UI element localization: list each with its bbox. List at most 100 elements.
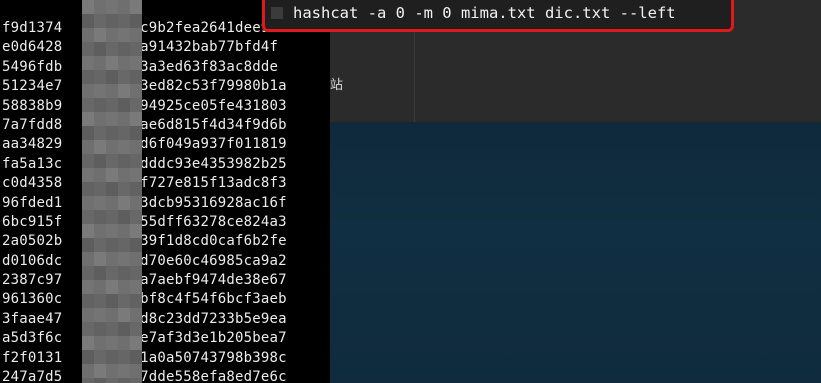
- mosaic-block: [106, 364, 118, 378]
- hash-line: e0d6428 7a91432bab77bfd4f: [2, 38, 287, 57]
- hash-line: 2a0502b 239f1d8cd0caf6b2fe: [2, 232, 287, 251]
- mosaic-block: [106, 98, 118, 112]
- hash-suffix: 4d8c23dd7233b5e9ea: [131, 310, 287, 327]
- mosaic-block: [94, 56, 106, 70]
- hash-suffix: 4e7af3d3e1b205bea7: [131, 330, 287, 347]
- mosaic-block: [106, 168, 118, 182]
- mosaic-block: [82, 154, 94, 168]
- mosaic-block: [130, 252, 142, 266]
- mosaic-block: [106, 294, 118, 308]
- hash-prefix: 51234e7: [2, 78, 63, 95]
- mosaic-block: [82, 294, 94, 308]
- mosaic-block: [82, 224, 94, 238]
- hash-prefix: aa34829: [2, 136, 63, 153]
- mosaic-block: [94, 42, 106, 56]
- hash-prefix: 6bc915f: [2, 213, 63, 230]
- mosaic-block: [82, 238, 94, 252]
- hash-prefix: e0d6428: [2, 39, 63, 56]
- hash-suffix: a3a3ed63f83ac8dde: [131, 58, 279, 75]
- hash-list: f9d1374 5c9b2fea2641dee90 e0d6428 7a91432…: [2, 19, 287, 383]
- mosaic-block: [130, 210, 142, 224]
- command-highlight-box: hashcat -a 0 -m 0 mima.txt dic.txt --lef…: [262, 0, 734, 32]
- hash-line: 5496fdb a3a3ed63f83ac8dde: [2, 58, 287, 77]
- hash-prefix: 7a7fdd8: [2, 116, 63, 133]
- hash-prefix: f9d1374: [2, 20, 63, 36]
- mosaic-block: [82, 196, 94, 210]
- hash-prefix: d0106dc: [2, 252, 63, 269]
- mosaic-block: [106, 210, 118, 224]
- hash-line: c0d4358 9f727e815f13adc8f3: [2, 174, 287, 193]
- mosaic-block: [118, 378, 130, 383]
- mosaic-block: [106, 238, 118, 252]
- mosaic-block: [106, 336, 118, 350]
- mosaic-block: [82, 364, 94, 378]
- mosaic-block: [118, 84, 130, 98]
- hash-line: a5d3f6c 4e7af3d3e1b205bea7: [2, 329, 287, 348]
- hash-prefix: 247a7d5: [2, 369, 63, 383]
- mosaic-block: [94, 364, 106, 378]
- hash-prefix: 96fded1: [2, 194, 63, 211]
- hash-suffix: 9f727e815f13adc8f3: [131, 175, 287, 192]
- mosaic-block: [94, 28, 106, 42]
- hash-suffix: 51a0a50743798b398c: [131, 349, 287, 366]
- mosaic-block: [106, 70, 118, 84]
- hash-suffix: 3a7aebf9474de38e67: [131, 272, 287, 289]
- mosaic-block: [118, 238, 130, 252]
- mosaic-block: [94, 84, 106, 98]
- mosaic-block: [106, 350, 118, 364]
- mosaic-block: [118, 140, 130, 154]
- mosaic-block: [106, 56, 118, 70]
- hash-line: 7a7fdd8 9ae6d815f4d34f9d6b: [2, 116, 287, 135]
- mosaic-block: [82, 378, 94, 383]
- mosaic-block: [94, 154, 106, 168]
- mosaic-block: [106, 84, 118, 98]
- mosaic-block: [82, 266, 94, 280]
- mosaic-block: [94, 322, 106, 336]
- mosaic-block: [118, 42, 130, 56]
- mosaic-block: [130, 42, 142, 56]
- mosaic-block: [106, 308, 118, 322]
- hash-prefix: 58838b9: [2, 97, 63, 114]
- mosaic-block: [118, 336, 130, 350]
- hash-line: 247a7d5 57dde558efa8ed7e6c: [2, 368, 287, 383]
- mosaic-block: [118, 252, 130, 266]
- mosaic-block: [106, 322, 118, 336]
- mosaic-block: [94, 140, 106, 154]
- mosaic-block: [82, 0, 94, 14]
- hash-prefix: 2387c97: [2, 272, 63, 289]
- hash-line: d0106dc 2d70e60c46985ca9a2: [2, 252, 287, 271]
- hash-line: 961360c 3bf8c4f54f6bcf3aeb: [2, 290, 287, 309]
- mosaic-block: [130, 154, 142, 168]
- hash-line: f2f0131 51a0a50743798b398c: [2, 349, 287, 368]
- mosaic-block: [82, 182, 94, 196]
- mosaic-block: [94, 196, 106, 210]
- mosaic-block: [94, 378, 106, 383]
- mosaic-block: [130, 224, 142, 238]
- mosaic-block: [130, 28, 142, 42]
- mosaic-block: [94, 308, 106, 322]
- mosaic-block: [82, 42, 94, 56]
- mosaic-block: [94, 126, 106, 140]
- mosaic-block: [130, 294, 142, 308]
- hash-suffix: 13dcb95316928ac16f: [131, 194, 287, 211]
- hash-line: 96fded1 13dcb95316928ac16f: [2, 194, 287, 213]
- mosaic-block: [106, 14, 118, 28]
- mosaic-block: [118, 350, 130, 364]
- hash-suffix: 3bf8c4f54f6bcf3aeb: [131, 291, 287, 308]
- mosaic-block: [106, 140, 118, 154]
- mosaic-block: [106, 280, 118, 294]
- hash-prefix: 961360c: [2, 291, 63, 308]
- mosaic-block: [118, 126, 130, 140]
- mosaic-block: [106, 28, 118, 42]
- mosaic-block: [106, 378, 118, 383]
- mosaic-block: [130, 196, 142, 210]
- mosaic-block: [130, 98, 142, 112]
- mosaic-block: [82, 252, 94, 266]
- mosaic-block: [106, 196, 118, 210]
- hash-suffix: 155dff63278ce824a3: [131, 213, 287, 230]
- mosaic-block: [94, 266, 106, 280]
- command-line[interactable]: hashcat -a 0 -m 0 mima.txt dic.txt --lef…: [293, 4, 676, 22]
- mosaic-block: [82, 322, 94, 336]
- mosaic-block: [130, 266, 142, 280]
- mosaic-block: [82, 126, 94, 140]
